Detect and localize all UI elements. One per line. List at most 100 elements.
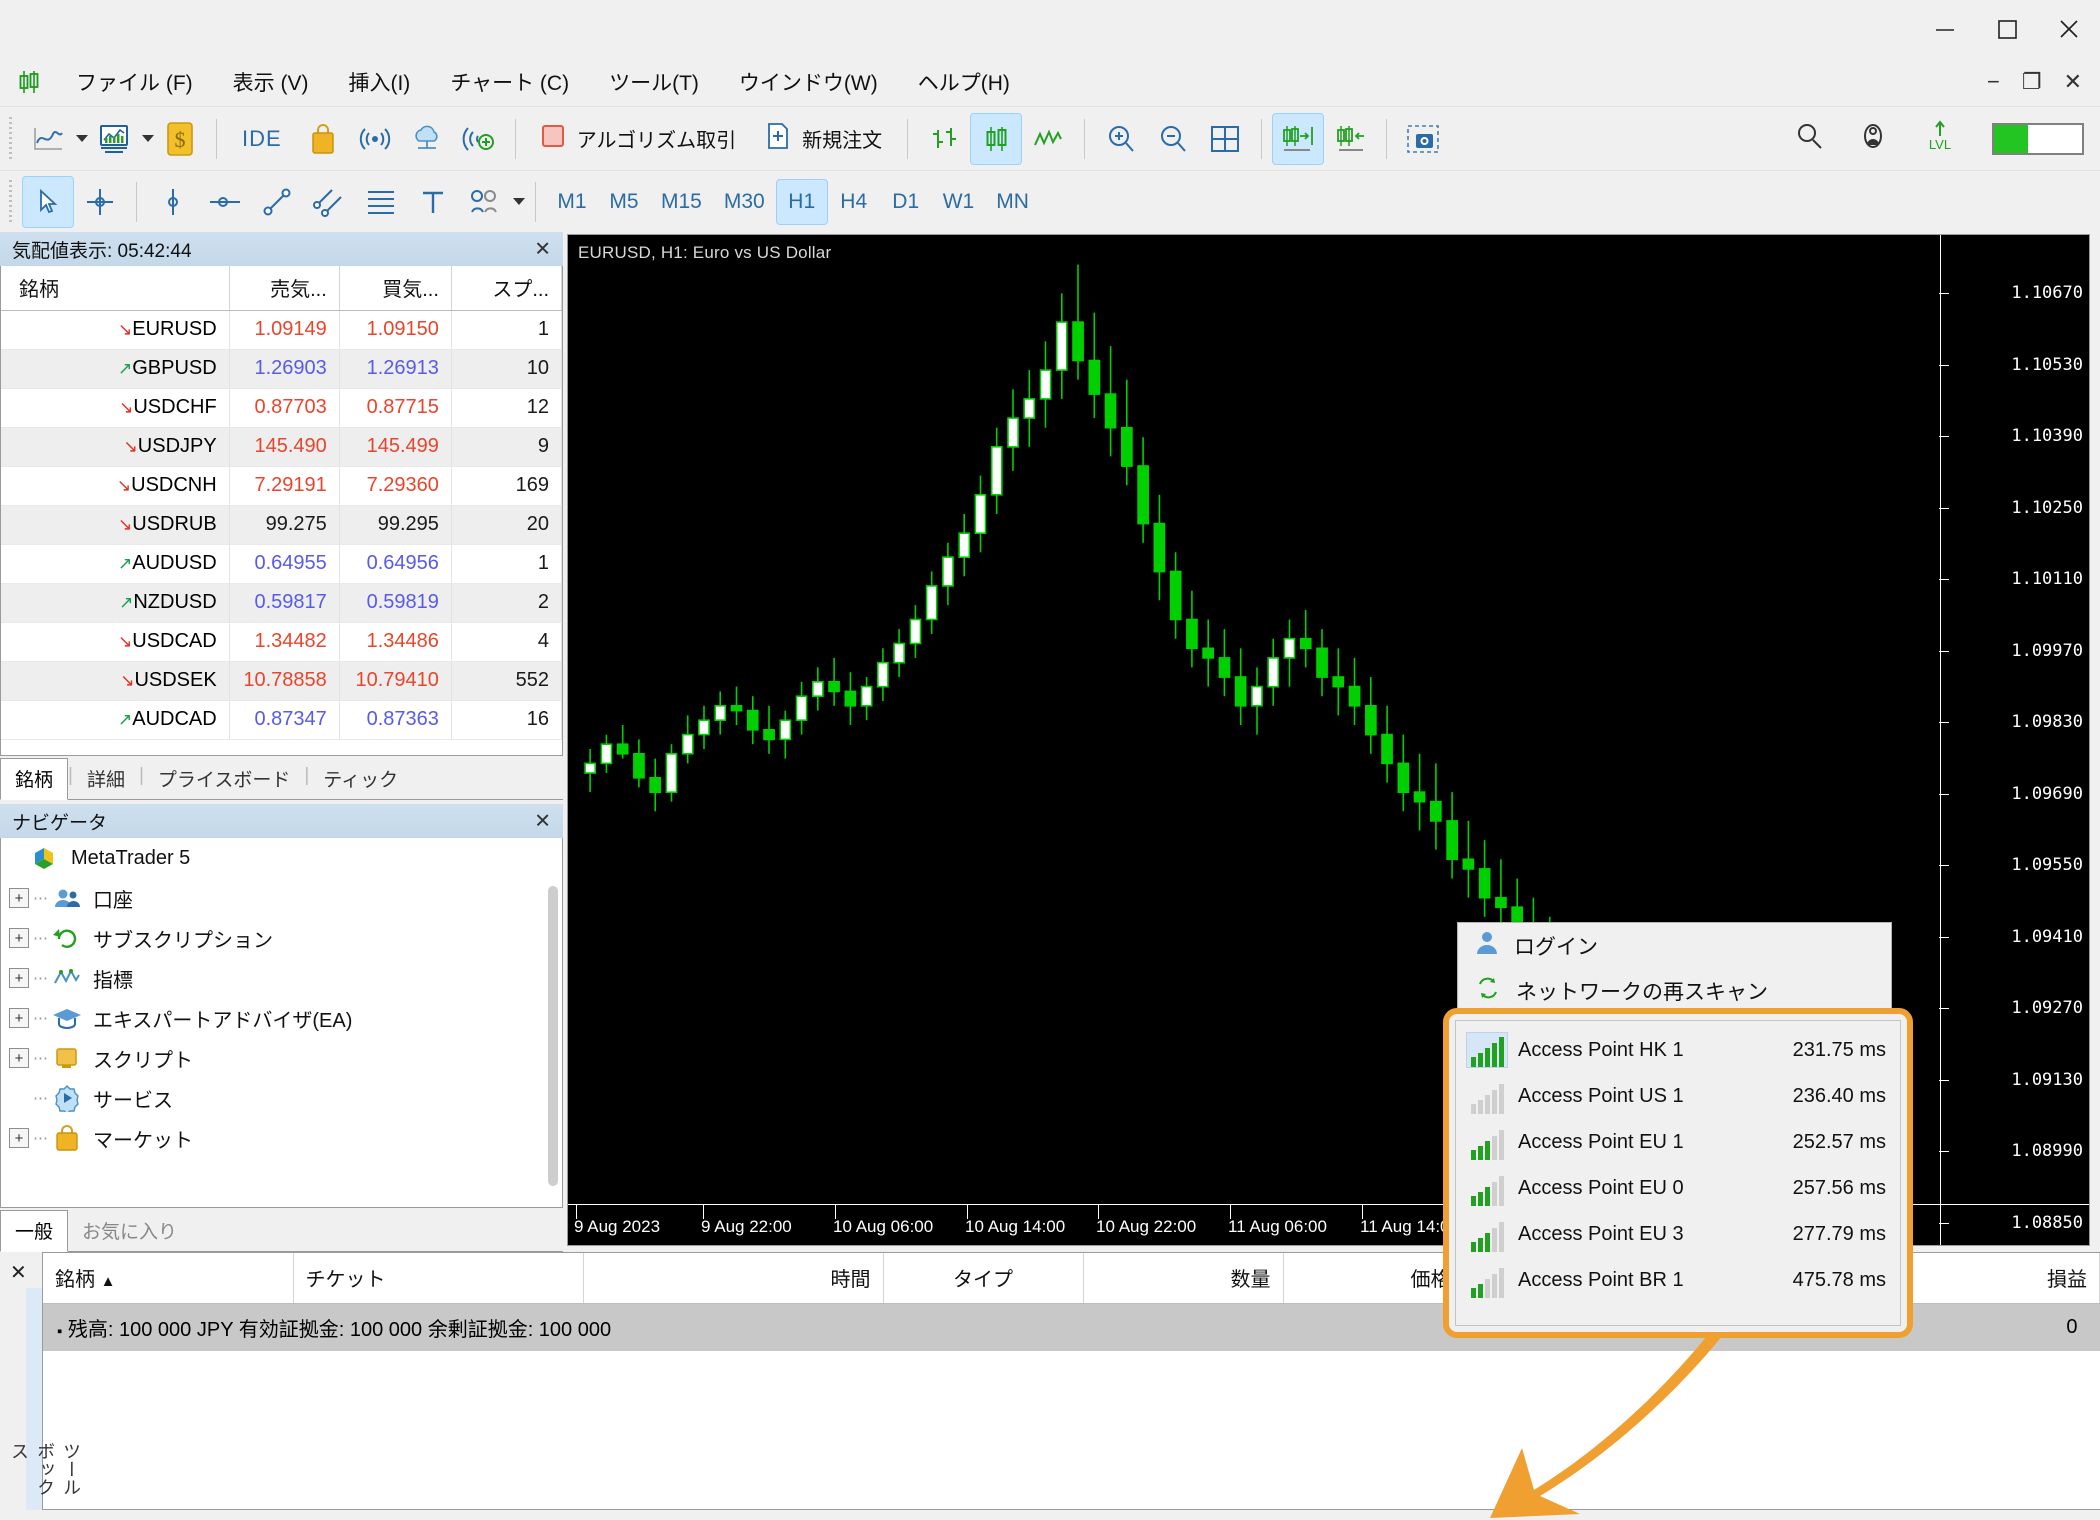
expand-toggle-icon[interactable]: + [9,1008,29,1028]
market-watch-close-icon[interactable]: ✕ [534,237,551,262]
algo-trading-button[interactable]: アルゴリズム取引 [526,113,751,165]
col-symbol[interactable]: 銘柄 [1,266,230,311]
tab-ticks[interactable]: ティック [309,759,412,799]
line-mode-icon[interactable] [1022,113,1074,165]
pos-col-time[interactable]: 時間 [583,1253,884,1304]
toolbar-grip[interactable] [4,116,16,161]
market-watch-row[interactable]: ↘USDJPY 145.490 145.499 9 [1,427,562,467]
market-watch-row[interactable]: ↘USDSEK 10.78858 10.79410 552 [1,661,562,701]
market-watch-row[interactable]: ↘USDRUB 99.275 99.295 20 [1,505,562,545]
timeframe-w1[interactable]: W1 [932,179,986,225]
navigator-item-indicators[interactable]: + ⋯ 指標 [1,958,562,998]
timeframe-h1[interactable]: H1 [775,178,828,225]
pos-col-price[interactable]: 価格 [1283,1253,1464,1304]
fibonacci-icon[interactable] [355,176,407,228]
window-close-button[interactable] [2038,0,2100,58]
market-watch-row[interactable]: ↗NZDUSD 0.59817 0.59819 2 [1,583,562,623]
market-watch-row[interactable]: ↘EURUSD 1.09149 1.09150 1 [1,310,562,350]
zoom-out-icon[interactable] [1147,113,1199,165]
access-point-row[interactable]: Access Point BR 1 475.78 ms [1456,1257,1900,1303]
col-bid[interactable]: 売気... [229,266,340,311]
menu-window[interactable]: ウインドウ(W) [719,63,898,101]
drawing-toolbar-grip[interactable] [4,179,16,224]
access-point-row[interactable]: Access Point HK 1 231.75 ms [1456,1027,1900,1073]
line-chart-icon[interactable] [22,113,74,165]
window-minimize-button[interactable] [1914,0,1976,58]
access-point-row[interactable]: Access Point EU 3 277.79 ms [1456,1211,1900,1257]
zoom-in-icon[interactable] [1095,113,1147,165]
chart-type-dropdown-caret[interactable] [76,135,88,142]
account-icon[interactable] [1858,120,1888,158]
indicator-dropdown-caret[interactable] [142,135,154,142]
menu-chart[interactable]: チャート (C) [430,63,589,101]
navigator-item-scripts[interactable]: + ⋯ スクリプト [1,1038,562,1078]
cursor-icon[interactable] [22,175,74,228]
timeframe-m30[interactable]: M30 [713,179,776,225]
candlestick-chart-icon[interactable] [970,112,1023,165]
market-watch-row[interactable]: ↘USDCNH 7.29191 7.29360 169 [1,466,562,506]
pos-col-volume[interactable]: 数量 [1083,1253,1284,1304]
navigator-item-market[interactable]: + ⋯ マーケット [1,1118,562,1158]
signals-icon[interactable] [349,113,401,165]
market-watch-row[interactable]: ↘USDCAD 1.34482 1.34486 4 [1,622,562,662]
expand-toggle-icon[interactable]: + [9,928,29,948]
text-tool-icon[interactable] [407,176,459,228]
pos-col-symbol[interactable]: 銘柄 ▲ [43,1253,294,1304]
shapes-icon[interactable] [459,176,511,228]
parallel-channel-icon[interactable] [303,176,355,228]
shapes-dropdown-caret[interactable] [513,198,525,205]
navigator-scrollbar[interactable] [548,886,558,1186]
popup-rescan-item[interactable]: ネットワークの再スキャン [1458,968,1891,1013]
ide-button[interactable]: IDE [227,113,297,165]
col-spread[interactable]: スプ... [451,266,562,311]
vertical-line-icon[interactable] [147,176,199,228]
screenshot-icon[interactable] [1397,113,1449,165]
horizontal-line-icon[interactable] [199,176,251,228]
add-signal-icon[interactable] [453,113,505,165]
tab-symbols[interactable]: 銘柄 [0,758,69,800]
timeframe-m5[interactable]: M5 [598,179,650,225]
expand-toggle-icon[interactable]: + [9,1048,29,1068]
menu-tools[interactable]: ツール(T) [589,63,719,101]
timeframe-m1[interactable]: M1 [546,179,598,225]
mdi-close-button[interactable]: ✕ [2064,69,2082,95]
toolbox-close-icon[interactable]: ✕ [10,1260,27,1285]
mdi-minimize-button[interactable]: − [1987,69,2000,95]
tab-general[interactable]: 一般 [0,1210,69,1252]
market-watch-row[interactable]: ↘USDCHF 0.87703 0.87715 12 [1,388,562,428]
tab-favorites[interactable]: お気に入り [68,1211,191,1251]
timeframe-mn[interactable]: MN [985,179,1040,225]
auto-scroll-icon[interactable] [1272,112,1325,165]
menu-file[interactable]: ファイル (F) [56,63,213,101]
indicators-chart-icon[interactable] [88,113,140,165]
navigator-root[interactable]: MetaTrader 5 [1,838,562,878]
menu-view[interactable]: 表示 (V) [213,63,329,101]
vps-cloud-icon[interactable] [401,113,453,165]
timeframe-h4[interactable]: H4 [828,179,880,225]
tile-windows-icon[interactable] [1199,113,1251,165]
bar-chart-icon[interactable] [918,113,970,165]
trendline-icon[interactable] [251,176,303,228]
dollar-icon[interactable]: $ [154,113,206,165]
popup-login-item[interactable]: ログイン [1458,923,1891,968]
access-point-list[interactable]: Access Point HK 1 231.75 ms Access Point U… [1455,1020,1901,1326]
menu-help[interactable]: ヘルプ(H) [898,63,1030,101]
navigator-close-icon[interactable]: ✕ [534,809,551,834]
chart-shift-icon[interactable] [1324,113,1376,165]
timeframe-d1[interactable]: D1 [880,179,932,225]
tab-priceboard[interactable]: プライスボード [144,759,304,799]
lvl-icon[interactable]: LVL [1922,118,1958,160]
pos-col-ticket[interactable]: チケット [293,1253,584,1304]
price-axis[interactable]: 1.10670 1.10530 1.10390 1.10250 1.10110 1.099… [1939,235,2089,1245]
market-watch-row[interactable]: ↗GBPUSD 1.26903 1.26913 10 [1,349,562,389]
pos-col-type[interactable]: タイプ [883,1253,1084,1304]
navigator-item-services[interactable]: ⋯ サービス [1,1078,562,1118]
new-order-button[interactable]: 新規注文 [751,113,897,165]
navigator-item-subscription[interactable]: + ⋯ サブスクリプション [1,918,562,958]
search-icon[interactable] [1794,121,1824,157]
expand-toggle-icon[interactable]: + [9,888,29,908]
expand-toggle-icon[interactable]: + [9,1128,29,1148]
market-watch-row[interactable]: ↗AUDCAD 0.87347 0.87363 16 [1,700,562,740]
mdi-restore-button[interactable]: ❐ [2022,69,2042,95]
access-point-row[interactable]: Access Point EU 1 252.57 ms [1456,1119,1900,1165]
